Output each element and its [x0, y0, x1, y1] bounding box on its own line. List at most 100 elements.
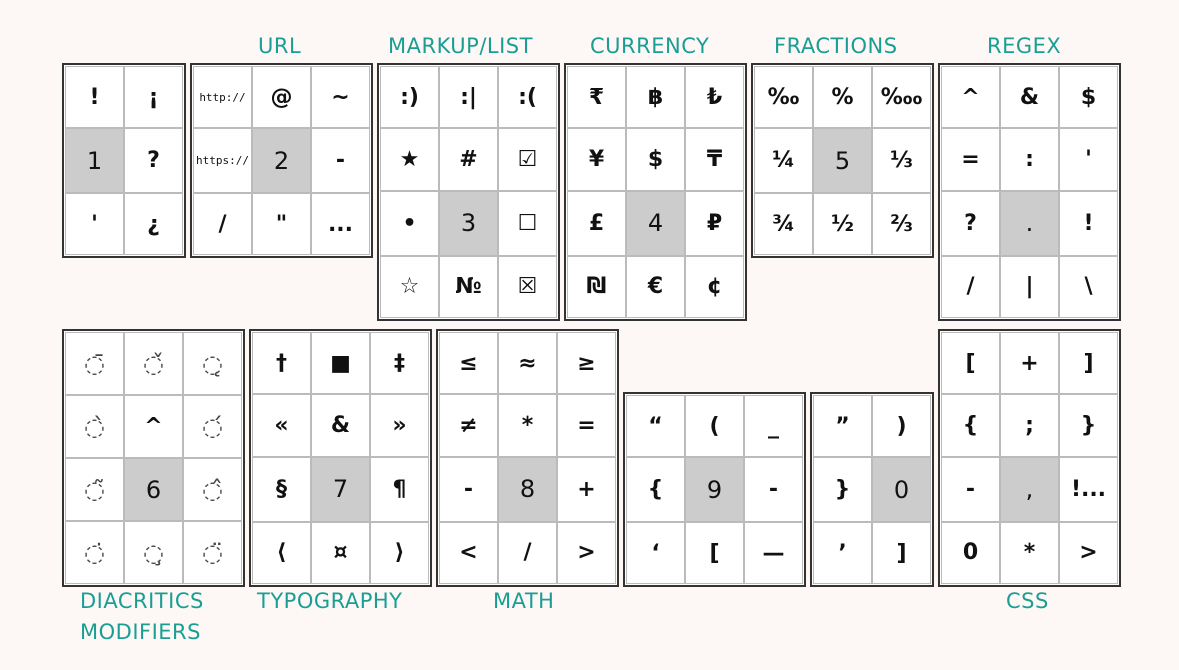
key-currency-7[interactable]: 4	[626, 190, 685, 256]
key-url-8[interactable]: ...	[311, 193, 370, 255]
key-css-0[interactable]: [	[941, 331, 1000, 395]
key-quotes-6[interactable]: ‘	[626, 522, 685, 584]
key-markup-6[interactable]: •	[380, 190, 439, 256]
key-currency-3[interactable]: ¥	[567, 128, 626, 191]
key-diacritics-5[interactable]: ◌́	[183, 395, 242, 458]
key-typography-8[interactable]: ¶	[370, 456, 429, 522]
key-fractions-5[interactable]: ⅓	[872, 128, 931, 193]
key-markup-9[interactable]: ☆	[380, 255, 439, 319]
key-typography-0[interactable]: †	[252, 331, 311, 395]
key-typography-11[interactable]: ⟩	[370, 521, 429, 585]
key-regex-5[interactable]: '	[1059, 128, 1118, 191]
key-punct-2[interactable]: 1	[65, 128, 124, 193]
key-css-7[interactable]: ,	[1000, 456, 1059, 522]
key-math-3[interactable]: ≠	[439, 394, 498, 457]
key-brackets-3[interactable]: 0	[872, 457, 931, 522]
key-math-9[interactable]: <	[439, 521, 498, 585]
key-typography-6[interactable]: §	[252, 456, 311, 522]
key-url-2[interactable]: ~	[311, 66, 370, 128]
key-quotes-4[interactable]: 9	[685, 457, 744, 522]
key-currency-0[interactable]: ₹	[567, 65, 626, 129]
key-quotes-2[interactable]: _	[744, 395, 803, 457]
key-diacritics-4[interactable]: ^	[124, 395, 183, 458]
key-diacritics-10[interactable]: ◌̧	[124, 521, 183, 584]
key-regex-6[interactable]: ?	[941, 190, 1000, 256]
key-math-11[interactable]: >	[557, 521, 616, 585]
key-markup-3[interactable]: ★	[380, 128, 439, 191]
key-currency-1[interactable]: ฿	[626, 65, 685, 129]
key-math-2[interactable]: ≥	[557, 331, 616, 395]
key-fractions-8[interactable]: ⅔	[872, 193, 931, 255]
key-regex-9[interactable]: /	[941, 255, 1000, 319]
key-css-9[interactable]: 0	[941, 521, 1000, 585]
key-typography-4[interactable]: &	[311, 394, 370, 457]
key-typography-9[interactable]: ⟨	[252, 521, 311, 585]
key-brackets-1[interactable]: )	[872, 395, 931, 457]
key-markup-1[interactable]: :|	[439, 65, 498, 129]
key-fractions-1[interactable]: %	[813, 66, 872, 128]
key-markup-8[interactable]: ☐	[498, 190, 557, 256]
key-math-7[interactable]: 8	[498, 456, 557, 522]
key-typography-2[interactable]: ‡	[370, 331, 429, 395]
key-url-7[interactable]: "	[252, 193, 311, 255]
key-regex-1[interactable]: &	[1000, 65, 1059, 129]
key-css-10[interactable]: *	[1000, 521, 1059, 585]
key-currency-2[interactable]: ₺	[685, 65, 744, 129]
key-fractions-2[interactable]: ‱	[872, 66, 931, 128]
key-typography-3[interactable]: «	[252, 394, 311, 457]
key-brackets-2[interactable]: }	[813, 457, 872, 522]
key-quotes-1[interactable]: (	[685, 395, 744, 457]
key-diacritics-8[interactable]: ◌̂	[183, 458, 242, 521]
key-quotes-3[interactable]: {	[626, 457, 685, 522]
key-fractions-0[interactable]: ‰	[754, 66, 813, 128]
key-css-11[interactable]: >	[1059, 521, 1118, 585]
key-brackets-0[interactable]: ”	[813, 395, 872, 457]
key-punct-5[interactable]: ¿	[124, 193, 183, 255]
key-url-4[interactable]: 2	[252, 128, 311, 193]
key-diacritics-3[interactable]: ◌̀	[65, 395, 124, 458]
key-typography-5[interactable]: »	[370, 394, 429, 457]
key-typography-7[interactable]: 7	[311, 456, 370, 522]
key-math-6[interactable]: -	[439, 456, 498, 522]
key-url-0[interactable]: http://	[193, 66, 252, 128]
key-quotes-0[interactable]: “	[626, 395, 685, 457]
key-brackets-4[interactable]: ’	[813, 522, 872, 584]
key-diacritics-9[interactable]: ◌̇	[65, 521, 124, 584]
key-fractions-6[interactable]: ¾	[754, 193, 813, 255]
key-markup-4[interactable]: #	[439, 128, 498, 191]
key-fractions-7[interactable]: ½	[813, 193, 872, 255]
key-markup-0[interactable]: :)	[380, 65, 439, 129]
key-punct-4[interactable]: '	[65, 193, 124, 255]
key-regex-0[interactable]: ^	[941, 65, 1000, 129]
key-css-8[interactable]: !...	[1059, 456, 1118, 522]
key-diacritics-11[interactable]: ◌̈	[183, 521, 242, 584]
key-typography-10[interactable]: ¤	[311, 521, 370, 585]
key-markup-11[interactable]: ☒	[498, 255, 557, 319]
key-currency-6[interactable]: £	[567, 190, 626, 256]
key-math-8[interactable]: +	[557, 456, 616, 522]
key-quotes-5[interactable]: -	[744, 457, 803, 522]
key-math-0[interactable]: ≤	[439, 331, 498, 395]
key-currency-4[interactable]: $	[626, 128, 685, 191]
key-currency-10[interactable]: €	[626, 255, 685, 319]
key-diacritics-6[interactable]: ◌̃	[65, 458, 124, 521]
key-regex-10[interactable]: |	[1000, 255, 1059, 319]
key-url-3[interactable]: https://	[193, 128, 252, 193]
key-currency-9[interactable]: ₪	[567, 255, 626, 319]
key-currency-11[interactable]: ¢	[685, 255, 744, 319]
key-quotes-7[interactable]: [	[685, 522, 744, 584]
key-css-6[interactable]: -	[941, 456, 1000, 522]
key-markup-5[interactable]: ☑	[498, 128, 557, 191]
key-url-1[interactable]: @	[252, 66, 311, 128]
key-math-5[interactable]: =	[557, 394, 616, 457]
key-diacritics-1[interactable]: ◌̌	[124, 332, 183, 395]
key-regex-4[interactable]: :	[1000, 128, 1059, 191]
key-url-5[interactable]: -	[311, 128, 370, 193]
key-regex-7[interactable]: .	[1000, 190, 1059, 256]
key-punct-1[interactable]: ¡	[124, 66, 183, 128]
key-fractions-4[interactable]: 5	[813, 128, 872, 193]
key-markup-10[interactable]: №	[439, 255, 498, 319]
key-currency-5[interactable]: ₸	[685, 128, 744, 191]
key-markup-7[interactable]: 3	[439, 190, 498, 256]
key-fractions-3[interactable]: ¼	[754, 128, 813, 193]
